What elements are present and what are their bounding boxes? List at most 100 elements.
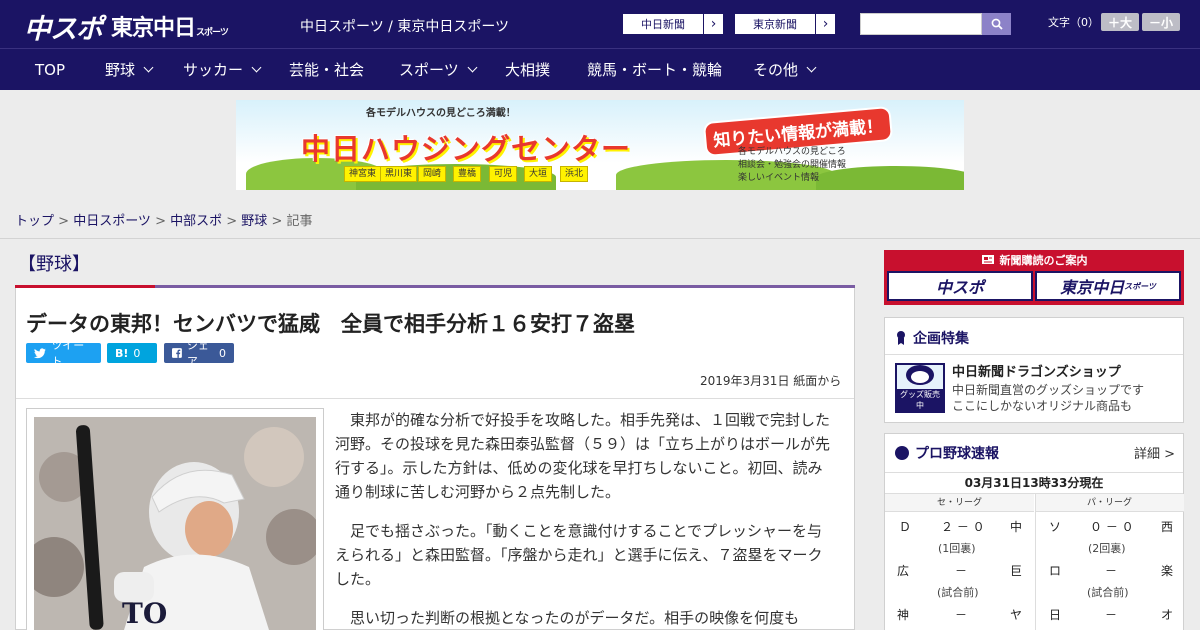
team-home: ソ bbox=[1049, 520, 1062, 534]
scores-panel-header: プロ野球速報 bbox=[895, 443, 999, 463]
ad-city: 可児 bbox=[489, 166, 518, 182]
housing-center-ad[interactable]: 各モデルハウスの見どころ満載！ 中日ハウジングセンター 知りたい情報が満載！ 各… bbox=[236, 100, 964, 190]
search-input[interactable] bbox=[860, 13, 982, 35]
nav-label: 大相撲 bbox=[505, 61, 551, 79]
nav-entertainment[interactable]: 芸能・社会 bbox=[289, 49, 364, 91]
nav-sumo[interactable]: 大相撲 bbox=[505, 49, 550, 91]
newspaper-icon bbox=[981, 255, 994, 264]
breadcrumb-link[interactable]: 中部スポ bbox=[170, 214, 222, 229]
breadcrumb: トップ > 中日スポーツ > 中部スポ > 野球 > 記事 bbox=[15, 210, 313, 229]
sub-logo-small: スポーツ bbox=[1124, 281, 1156, 291]
divider bbox=[1035, 494, 1036, 630]
ad-bullet: 相談会・勉強会の開催情報 bbox=[738, 160, 847, 170]
subscription-title-text: 新聞購読のご案内 bbox=[999, 253, 1088, 267]
breadcrumb-link[interactable]: トップ bbox=[15, 214, 54, 229]
breadcrumb-separator: > bbox=[222, 214, 242, 229]
team-away: 楽 bbox=[1161, 564, 1174, 578]
scores-timestamp: 03月31日13時33分現在 bbox=[885, 472, 1183, 494]
nav-soccer[interactable]: サッカー bbox=[183, 49, 262, 91]
nav-racing[interactable]: 競馬・ボート・競輪 bbox=[587, 49, 722, 91]
ad-city: 豊橋 bbox=[453, 166, 482, 182]
game-status: (2回裏) bbox=[1088, 542, 1126, 555]
nav-label: サッカー bbox=[183, 61, 244, 79]
scores-detail-link[interactable]: 詳細 > bbox=[1134, 443, 1175, 462]
ad-city: 黒川東 bbox=[380, 166, 418, 182]
game-status: (試合前) bbox=[937, 586, 979, 599]
subscription-title: 新聞購読のご案内 bbox=[884, 250, 1184, 269]
chevron-right-icon: › bbox=[815, 14, 835, 34]
hatena-count: 0 bbox=[133, 346, 141, 360]
nav-sports[interactable]: スポーツ bbox=[399, 49, 478, 91]
facebook-icon bbox=[172, 348, 182, 358]
breadcrumb-separator: > bbox=[150, 214, 171, 229]
nav-label: 野球 bbox=[105, 61, 136, 79]
feature-icon bbox=[897, 331, 905, 345]
chevron-down-icon bbox=[467, 62, 478, 73]
nav-label: スポーツ bbox=[399, 61, 459, 79]
game-score[interactable]: ２ － ０ bbox=[941, 518, 985, 535]
font-smaller-button[interactable]: －小 bbox=[1142, 13, 1180, 31]
breadcrumb-separator: > bbox=[54, 214, 74, 229]
subscribe-tokyo-chunichi-button[interactable]: 東京中日 スポーツ bbox=[1035, 271, 1181, 301]
font-larger-button[interactable]: ＋大 bbox=[1101, 13, 1139, 31]
chevron-right-icon: › bbox=[703, 14, 723, 34]
breadcrumb-link[interactable]: 野球 bbox=[241, 214, 267, 229]
live-scores-panel: プロ野球速報 詳細 > 03月31日13時33分現在 セ・リーグ パ・リーグ Ｄ… bbox=[884, 433, 1184, 630]
nav-top[interactable]: TOP bbox=[35, 49, 65, 91]
ad-bullet: 楽しいイベント情報 bbox=[738, 173, 820, 183]
ad-city: 浜北 bbox=[560, 166, 589, 182]
team-home: 広 bbox=[897, 564, 910, 578]
article-headline: データの東邦！センバツで猛威 全員で相手分析１６安打７盗塁 bbox=[26, 312, 635, 336]
game-score[interactable]: － bbox=[955, 606, 967, 623]
nav-label: 競馬・ボート・競輪 bbox=[587, 61, 723, 79]
tokyo-logo-text: 東京中日 bbox=[111, 16, 196, 41]
section-tag: 【野球】 bbox=[18, 254, 90, 275]
tokyo-link-label: 東京新聞 bbox=[753, 18, 797, 31]
ad-top-text: 各モデルハウスの見どころ満載！ bbox=[366, 108, 516, 119]
nav-baseball[interactable]: 野球 bbox=[105, 49, 154, 91]
tweet-button[interactable]: ツイート bbox=[26, 339, 101, 368]
pacific-league-header: パ・リーグ bbox=[1035, 494, 1184, 512]
dragons-shop-link[interactable]: 中日新聞ドラゴンズショップ bbox=[952, 361, 1121, 380]
tokyo-chunichi-logo[interactable]: 東京中日スポーツ bbox=[111, 10, 229, 42]
article-photo[interactable]: TO bbox=[34, 417, 316, 630]
main-nav: TOP 野球 サッカー 芸能・社会 スポーツ 大相撲 競馬・ボート・競輪 その他 bbox=[0, 48, 1200, 90]
breadcrumb-link[interactable]: 中日スポーツ bbox=[73, 214, 151, 229]
team-away: オ bbox=[1161, 608, 1174, 622]
sub-logo-text: 東京中日 bbox=[1060, 278, 1125, 297]
nav-label: 芸能・社会 bbox=[289, 61, 365, 79]
ad-city: 大垣 bbox=[524, 166, 553, 182]
team-away: 中 bbox=[1010, 520, 1023, 534]
shop-description: 中日新聞直営のグッズショップです ここにしかないオリジナル商品も bbox=[952, 382, 1144, 414]
hatena-bookmark-button[interactable]: B! 0 bbox=[107, 343, 157, 363]
team-home: ロ bbox=[1049, 564, 1062, 578]
mascot-face bbox=[906, 365, 934, 385]
facebook-share-label: シェア bbox=[186, 339, 209, 368]
chunichi-link-label: 中日新聞 bbox=[641, 18, 685, 31]
subscribe-chuspo-button[interactable]: 中スポ bbox=[887, 271, 1033, 301]
dragons-shop-icon[interactable]: グッズ販売中 bbox=[895, 363, 945, 413]
search-button[interactable] bbox=[982, 13, 1011, 35]
hatena-b-icon: B! bbox=[115, 346, 129, 360]
article-date: 2019年3月31日 紙面から bbox=[700, 374, 842, 388]
tokyo-shimbun-link[interactable]: 東京新聞 › bbox=[734, 13, 836, 35]
game-score[interactable]: － bbox=[1105, 606, 1117, 623]
team-away: 巨 bbox=[1010, 564, 1023, 578]
ad-bullet: 各モデルハウスの見どころ bbox=[738, 147, 846, 157]
feature-panel: 企画特集 グッズ販売中 中日新聞ドラゴンズショップ 中日新聞直営のグッズショップ… bbox=[884, 317, 1184, 423]
tokyo-logo-small: スポーツ bbox=[196, 28, 229, 38]
chevron-down-icon bbox=[143, 62, 154, 73]
game-score[interactable]: － bbox=[1105, 562, 1117, 579]
nav-other[interactable]: その他 bbox=[753, 49, 817, 91]
facebook-share-button[interactable]: シェア 0 bbox=[164, 339, 234, 368]
game-status: (試合前) bbox=[1087, 586, 1129, 599]
article-paragraph: 思い切った判断の根拠となったのがデータだ。相手の映像を何度も bbox=[350, 609, 800, 627]
subscription-box[interactable]: 新聞購読のご案内 中スポ 東京中日 スポーツ bbox=[884, 250, 1184, 305]
game-score[interactable]: － bbox=[955, 562, 967, 579]
central-league-header: セ・リーグ bbox=[885, 494, 1034, 512]
nav-label: その他 bbox=[753, 61, 799, 79]
shop-tag: グッズ販売中 bbox=[897, 389, 943, 411]
game-score[interactable]: ０ － ０ bbox=[1090, 518, 1134, 535]
chunichi-shimbun-link[interactable]: 中日新聞 › bbox=[622, 13, 724, 35]
chuspo-logo[interactable]: 中スポ bbox=[24, 7, 103, 46]
